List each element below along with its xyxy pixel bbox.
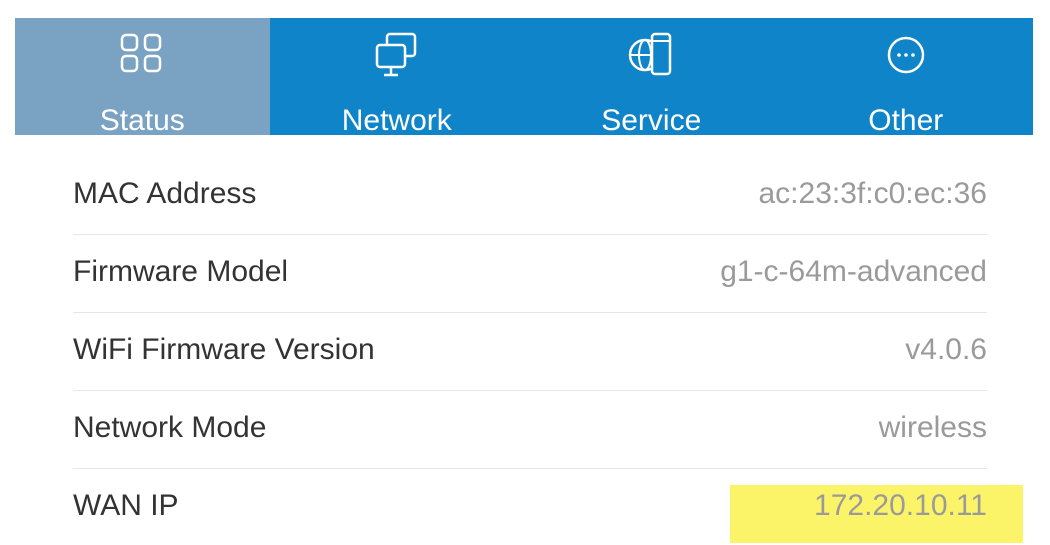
tab-other-label: Other: [868, 104, 944, 137]
info-value: ac:23:3f:c0:ec:36: [758, 177, 988, 210]
info-row-network-mode: Network Mode wireless: [73, 391, 987, 469]
network-icon: [371, 28, 423, 82]
globe-phone-icon: [625, 28, 677, 82]
info-value: wireless: [878, 411, 987, 444]
grid-icon: [116, 28, 168, 82]
info-key: WAN IP: [73, 489, 179, 522]
info-key: MAC Address: [73, 177, 257, 210]
tab-other[interactable]: Other: [779, 18, 1034, 137]
info-key: Network Mode: [73, 411, 267, 444]
info-row-firmware-model: Firmware Model g1-c-64m-advanced: [73, 235, 987, 313]
info-row-mac-address: MAC Address ac:23:3f:c0:ec:36: [73, 157, 987, 235]
tab-status[interactable]: Status: [15, 18, 270, 137]
status-page: Status Network Service Other MAC Address…: [0, 0, 1050, 545]
tab-network[interactable]: Network: [270, 18, 525, 137]
status-info-list: MAC Address ac:23:3f:c0:ec:36 Firmware M…: [73, 157, 987, 545]
tab-service-label: Service: [601, 104, 702, 137]
info-row-wan-ip: WAN IP 172.20.10.11: [73, 469, 987, 545]
info-key: WiFi Firmware Version: [73, 333, 375, 366]
tab-service[interactable]: Service: [524, 18, 779, 137]
tab-bar: Status Network Service Other: [15, 18, 1034, 137]
more-icon: [880, 28, 932, 82]
info-value: v4.0.6: [905, 333, 987, 366]
info-row-wifi-firmware-version: WiFi Firmware Version v4.0.6: [73, 313, 987, 391]
info-key: Firmware Model: [73, 255, 289, 288]
info-value: g1-c-64m-advanced: [720, 255, 987, 288]
tab-status-label: Status: [99, 104, 185, 137]
info-value: 172.20.10.11: [814, 489, 987, 522]
tab-network-label: Network: [341, 104, 452, 137]
